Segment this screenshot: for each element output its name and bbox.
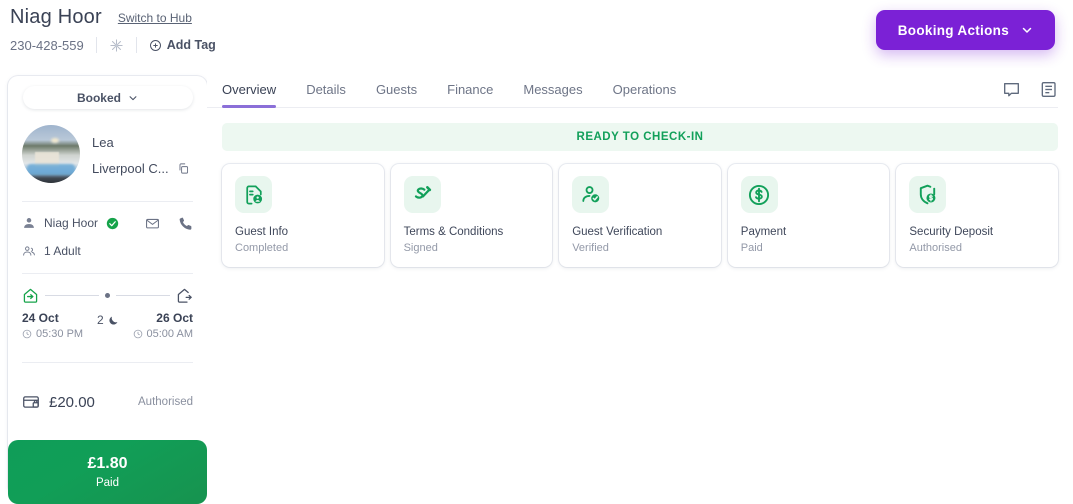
card-guest-info[interactable]: Guest Info Completed bbox=[222, 164, 384, 267]
tab-details[interactable]: Details bbox=[306, 82, 346, 107]
guest-meta: Lea Liverpool C... bbox=[92, 133, 190, 176]
moon-icon bbox=[109, 316, 118, 325]
chat-icon[interactable] bbox=[1002, 80, 1021, 99]
nights-block: 2 bbox=[97, 311, 119, 340]
tab-operations[interactable]: Operations bbox=[613, 82, 677, 107]
divider bbox=[22, 201, 193, 202]
card-status: Paid bbox=[740, 242, 763, 254]
dollar-circle-icon bbox=[740, 176, 778, 213]
chevron-down-icon bbox=[1022, 27, 1032, 33]
guest-summary: Lea Liverpool C... bbox=[8, 109, 207, 193]
copy-icon[interactable] bbox=[177, 162, 190, 175]
booking-actions-button[interactable]: Booking Actions bbox=[875, 10, 1055, 50]
sparkle-icon[interactable] bbox=[97, 38, 136, 53]
avatar bbox=[22, 125, 80, 183]
clock-icon bbox=[22, 329, 32, 339]
header-meta-row: 230-428-559 Add Tag bbox=[10, 35, 216, 55]
payment-amount: £20.00 bbox=[49, 393, 95, 411]
card-title: Payment bbox=[740, 226, 787, 238]
card-status: Verified bbox=[572, 242, 609, 254]
check-out-icon bbox=[177, 288, 192, 303]
property-row: Liverpool C... bbox=[92, 161, 190, 176]
clock-icon bbox=[133, 329, 142, 339]
switch-to-hub-link[interactable]: Switch to Hub bbox=[118, 11, 192, 25]
card-terms-conditions[interactable]: Terms & Conditions Signed bbox=[390, 164, 553, 267]
nights-count: 2 bbox=[96, 313, 104, 327]
add-tag-button[interactable]: Add Tag bbox=[137, 38, 216, 52]
occupancy-row: 1 Adult bbox=[8, 237, 207, 265]
user-check-icon bbox=[572, 176, 610, 213]
contact-name: Niag Hoor bbox=[44, 216, 99, 230]
tab-finance[interactable]: Finance bbox=[447, 82, 493, 107]
guest-first-name: Lea bbox=[92, 134, 114, 150]
document-user-icon bbox=[235, 176, 272, 213]
tab-messages[interactable]: Messages bbox=[523, 82, 582, 107]
card-guest-verification[interactable]: Guest Verification Verified bbox=[559, 164, 721, 267]
booking-sidebar: Booked Lea Liverpool C... Niag Hoor 1 Ad… bbox=[8, 76, 207, 496]
signature-icon bbox=[403, 176, 441, 213]
booking-actions-label: Booking Actions bbox=[897, 22, 1009, 38]
mail-icon[interactable] bbox=[145, 216, 160, 231]
tab-bar: Overview Details Guests Finance Messages… bbox=[207, 68, 1058, 108]
booking-status-dropdown[interactable]: Booked bbox=[22, 86, 193, 109]
page-title: Niag Hoor bbox=[10, 6, 102, 28]
check-in-date: 24 Oct bbox=[22, 311, 59, 325]
guests-icon bbox=[23, 246, 35, 256]
check-in-block: 24 Oct 05:30 PM bbox=[22, 311, 83, 340]
check-out-date: 26 Oct bbox=[156, 311, 193, 325]
check-out-block: 26 Oct 05:00 AM bbox=[133, 311, 193, 340]
check-out-time-row: 05:00 AM bbox=[133, 328, 193, 340]
notes-icon[interactable] bbox=[1039, 80, 1058, 99]
booking-detail-page: Niag Hoor Switch to Hub 230-428-559 Add … bbox=[0, 0, 1073, 504]
nights-row: 2 bbox=[97, 313, 119, 327]
check-in-time-row: 05:30 PM bbox=[22, 328, 83, 340]
header-title-row: Niag Hoor Switch to Hub bbox=[10, 6, 192, 29]
shield-dollar-icon bbox=[909, 176, 947, 213]
paid-amount: £1.80 bbox=[87, 455, 128, 472]
page-header: Niag Hoor Switch to Hub 230-428-559 Add … bbox=[0, 0, 1073, 68]
card-status: Completed bbox=[235, 242, 289, 254]
checklist-cards: Guest Info Completed Terms & Conditions … bbox=[207, 151, 1073, 267]
stay-timeline: 24 Oct 05:30 PM 2 26 Oct 05:00 AM bbox=[8, 274, 207, 340]
check-in-icon bbox=[23, 288, 38, 303]
tab-overview[interactable]: Overview bbox=[222, 82, 277, 108]
payment-row: £20.00 Authorised bbox=[8, 387, 207, 417]
stay-track bbox=[22, 284, 193, 306]
check-out-time: 05:00 AM bbox=[146, 328, 193, 340]
card-payment[interactable]: Payment Paid bbox=[727, 164, 890, 267]
paid-label: Paid bbox=[95, 477, 120, 489]
card-security-deposit[interactable]: Security Deposit Authorised bbox=[896, 164, 1058, 267]
card-title: Guest Info bbox=[235, 226, 289, 238]
booking-status-label: Booked bbox=[76, 90, 121, 105]
person-icon bbox=[24, 218, 34, 228]
card-status: Signed bbox=[403, 242, 438, 254]
property-name: Liverpool C... bbox=[92, 160, 169, 176]
tab-guests[interactable]: Guests bbox=[376, 82, 417, 107]
card-status: Authorised bbox=[909, 242, 962, 254]
chevron-down-icon bbox=[129, 95, 137, 100]
status-banner: READY TO CHECK-IN bbox=[222, 123, 1058, 151]
phone-icon[interactable] bbox=[178, 216, 193, 231]
card-title: Terms & Conditions bbox=[403, 226, 504, 238]
tab-actions bbox=[1002, 80, 1058, 99]
verified-badge-icon bbox=[106, 217, 119, 229]
occupancy-label: 1 Adult bbox=[44, 244, 81, 258]
stay-dates: 24 Oct 05:30 PM 2 26 Oct 05:00 AM bbox=[22, 311, 193, 340]
divider bbox=[22, 362, 193, 363]
paid-total-panel[interactable]: £1.80 Paid bbox=[8, 440, 207, 504]
card-lock-icon bbox=[23, 396, 39, 408]
payment-status: Authorised bbox=[138, 396, 193, 408]
card-title: Security Deposit bbox=[909, 226, 994, 238]
card-title: Guest Verification bbox=[572, 226, 663, 238]
add-tag-label: Add Tag bbox=[166, 38, 216, 52]
contact-row: Niag Hoor bbox=[8, 209, 207, 237]
plus-circle-icon bbox=[149, 39, 161, 51]
check-in-time: 05:30 PM bbox=[36, 328, 84, 340]
main-content: Overview Details Guests Finance Messages… bbox=[207, 68, 1073, 504]
booking-reference: 230-428-559 bbox=[10, 37, 84, 53]
